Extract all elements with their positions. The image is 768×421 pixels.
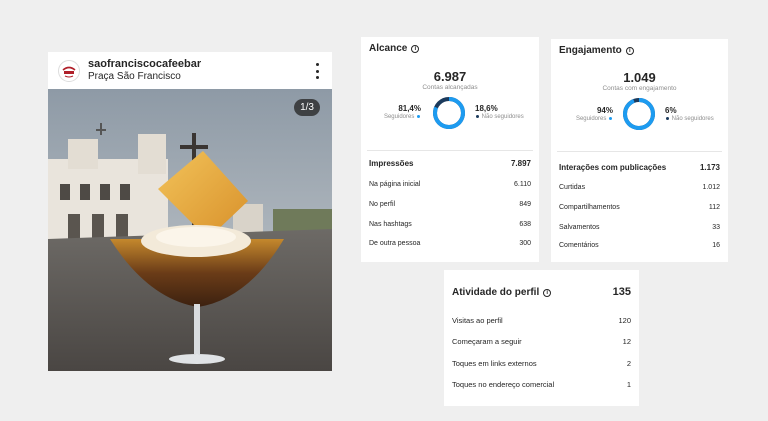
engagement-title: Engajamento i bbox=[559, 45, 634, 56]
info-icon[interactable]: i bbox=[543, 288, 552, 297]
profile-activity-title: Atividade do perfil i bbox=[452, 287, 552, 298]
info-icon[interactable]: i bbox=[625, 46, 634, 55]
interactions-row: Interações com publicações 1.173 bbox=[559, 163, 720, 172]
activity-row: Toques no endereço comercial 1 bbox=[452, 380, 631, 389]
reach-row: Nas hashtags 638 bbox=[369, 221, 531, 228]
profile-activity-card: Atividade do perfil i 135 Visitas ao per… bbox=[444, 270, 639, 406]
reach-non-followers-stat: 18,6% Não seguidores bbox=[475, 104, 524, 120]
accounts-reached-label: Contas alcançadas bbox=[422, 84, 478, 91]
engagement-followers-stat: 94% Seguidores bbox=[575, 106, 613, 122]
divider bbox=[367, 150, 533, 151]
engaged-accounts-value: 1.049 bbox=[623, 70, 656, 85]
impressions-row: Impressões 7.897 bbox=[369, 159, 531, 168]
activity-row: Toques em links externos 2 bbox=[452, 359, 631, 368]
engagement-non-followers-stat: 6% Não seguidores bbox=[665, 106, 714, 122]
divider bbox=[557, 151, 722, 152]
engagement-row: Salvamentos 33 bbox=[559, 224, 720, 231]
reach-donut-chart bbox=[433, 97, 465, 129]
reach-row: Na página inicial 6.110 bbox=[369, 181, 531, 188]
info-icon[interactable]: i bbox=[411, 44, 420, 53]
engagement-card: Engajamento i 1.049 Contas com engajamen… bbox=[551, 39, 728, 262]
post-username[interactable]: saofranciscocafeebar bbox=[88, 58, 201, 71]
engaged-accounts-label: Contas com engajamento bbox=[602, 85, 677, 92]
activity-row: Começaram a seguir 12 bbox=[452, 337, 631, 346]
dessert-photo-illustration bbox=[48, 89, 332, 371]
engagement-donut-chart bbox=[623, 98, 655, 130]
reach-row: No perfil 849 bbox=[369, 201, 531, 208]
reach-followers-stat: 81,4% Seguidores bbox=[383, 104, 421, 120]
instagram-post-card: saofranciscocafeebar Praça São Francisco bbox=[48, 52, 332, 371]
slide-counter: 1/3 bbox=[294, 99, 320, 116]
profile-avatar[interactable] bbox=[58, 59, 80, 82]
engagement-row: Compartilhamentos 112 bbox=[559, 204, 720, 211]
activity-row: Visitas ao perfil 120 bbox=[452, 316, 631, 325]
reach-card: Alcance i 6.987 Contas alcançadas 81,4% … bbox=[361, 37, 539, 262]
profile-activity-total: 135 bbox=[612, 286, 631, 298]
cafe-logo-icon bbox=[59, 61, 79, 80]
reach-row: De outra pessoa 300 bbox=[369, 240, 531, 247]
reach-title: Alcance i bbox=[369, 43, 420, 54]
post-photo[interactable]: 1/3 bbox=[48, 89, 332, 371]
engagement-row: Comentários 16 bbox=[559, 242, 720, 249]
more-options-icon[interactable] bbox=[314, 63, 320, 79]
post-location[interactable]: Praça São Francisco bbox=[88, 71, 201, 83]
post-header: saofranciscocafeebar Praça São Francisco bbox=[48, 52, 332, 89]
engagement-row: Curtidas 1.012 bbox=[559, 184, 720, 191]
accounts-reached-value: 6.987 bbox=[433, 69, 467, 84]
